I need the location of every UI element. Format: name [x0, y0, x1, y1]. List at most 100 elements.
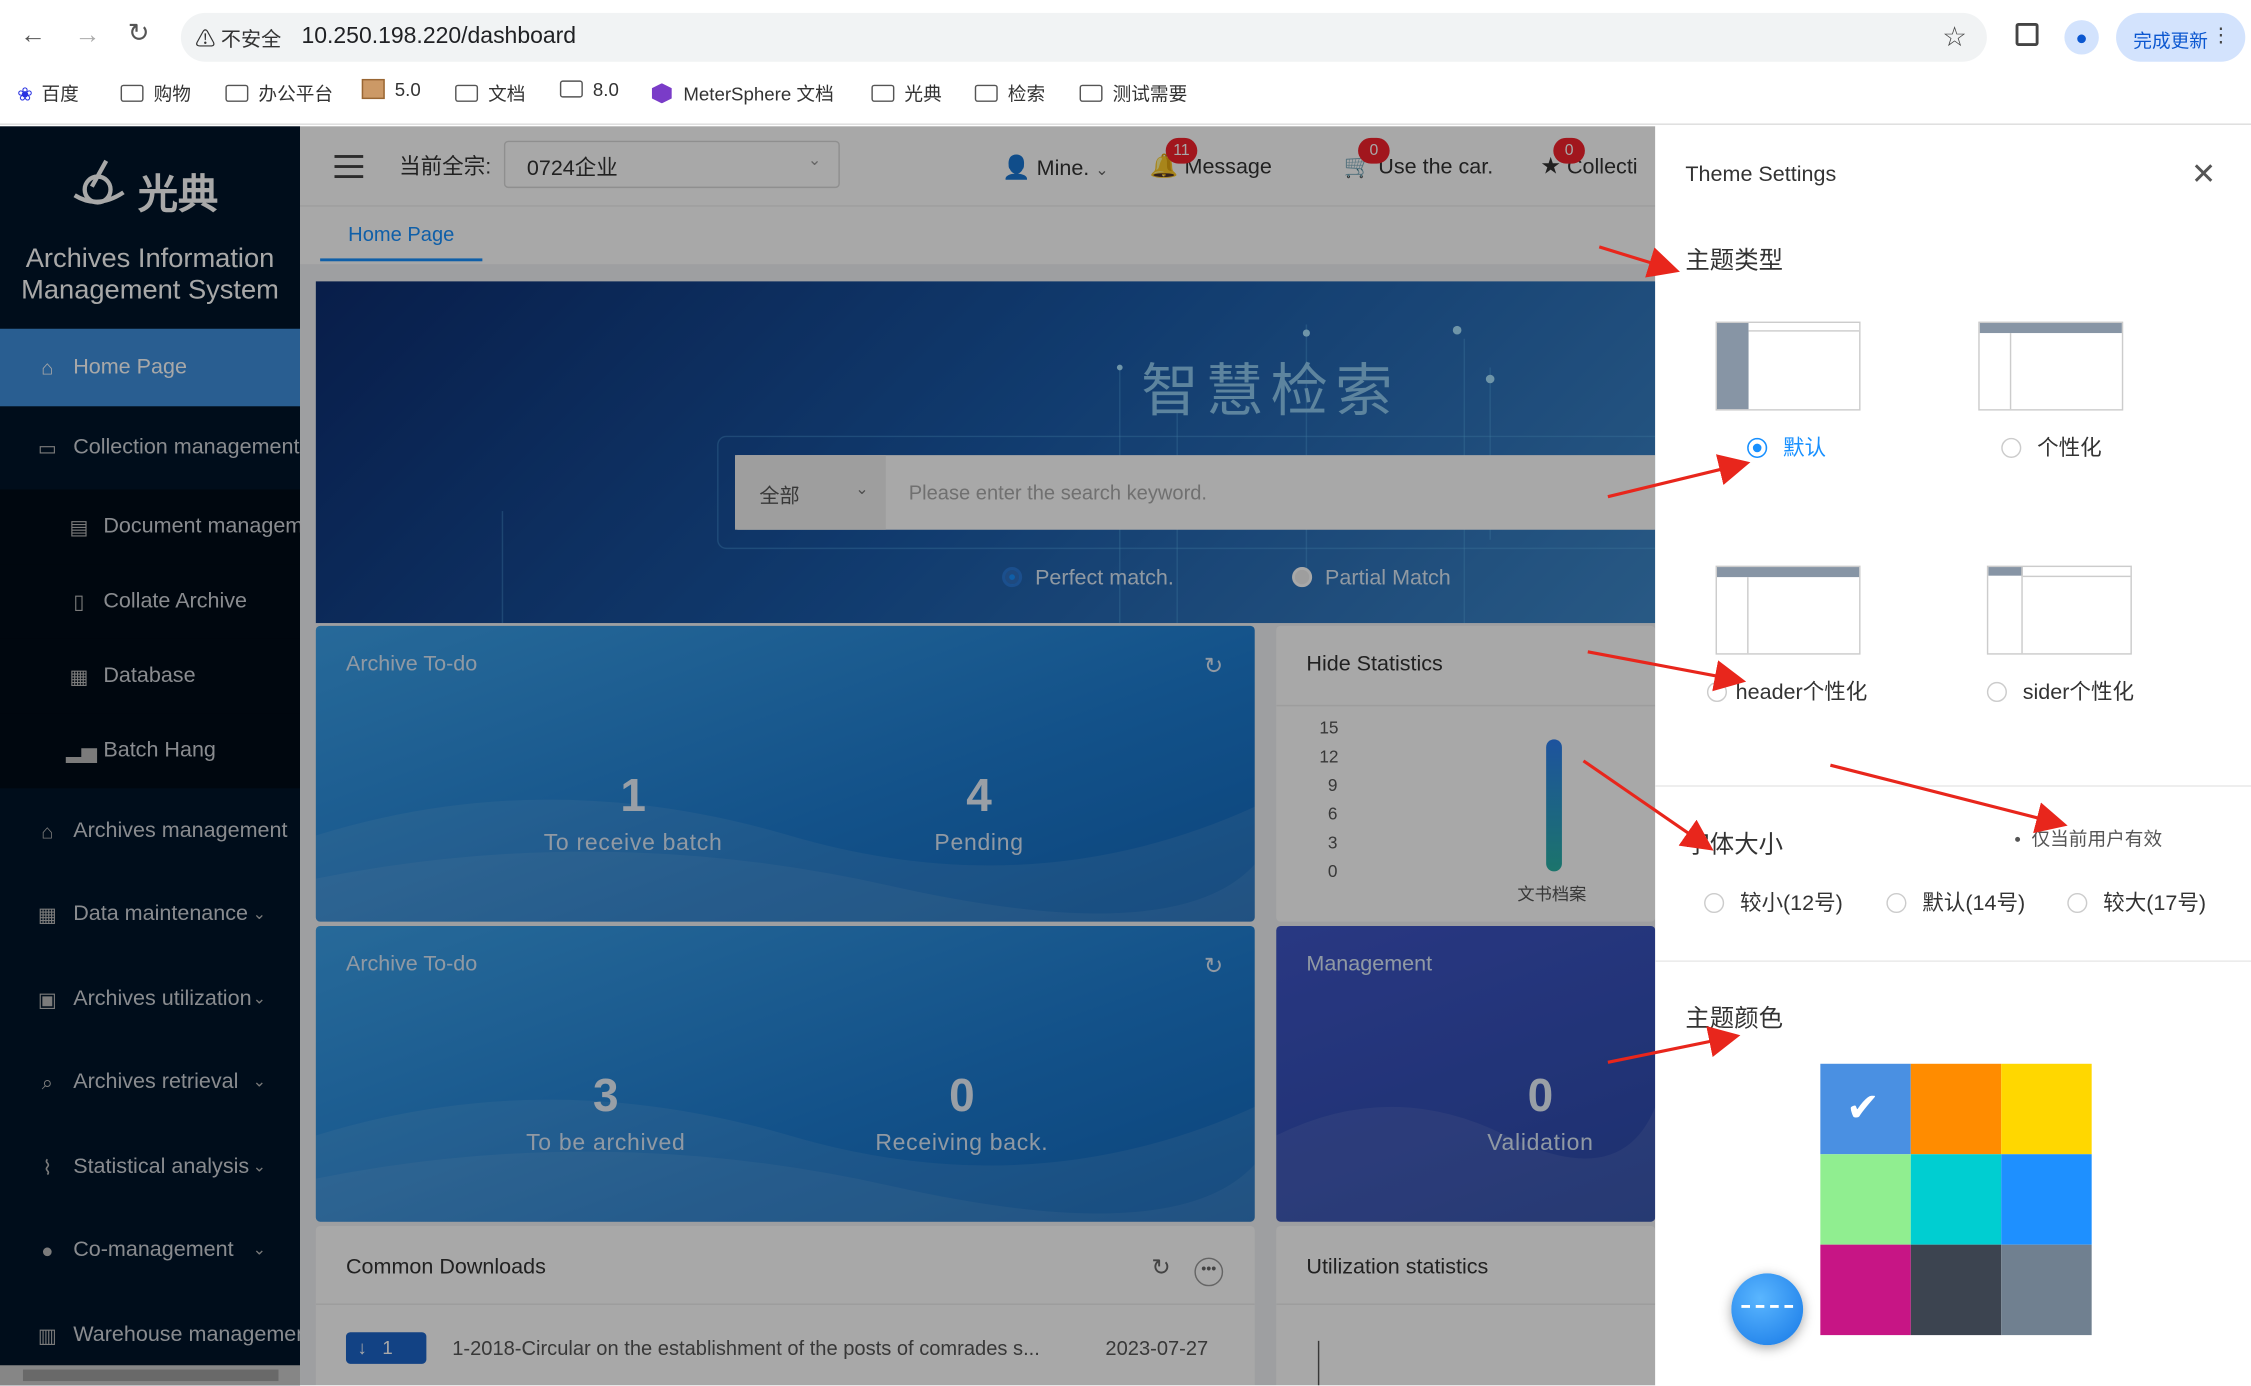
thumb-sider: [1980, 333, 2012, 410]
layout-option-sider[interactable]: sider个性化: [1986, 676, 2134, 706]
bookmark-label: 办公平台: [258, 83, 334, 105]
option-label: 较大(17号): [2103, 891, 2207, 916]
bookmark-folder[interactable]: 光典: [871, 79, 942, 106]
theme-color-swatch[interactable]: [1820, 1244, 1911, 1336]
security-warning[interactable]: ⚠ 不安全: [195, 24, 281, 53]
bookmark-label: 测试需要: [1112, 83, 1188, 105]
folder-icon: [225, 84, 249, 102]
font-size-default[interactable]: 默认(14号): [1886, 887, 2025, 917]
bookmark-label: 检索: [1007, 83, 1046, 105]
option-label: 默认: [1783, 436, 1827, 461]
radio-dot: [1986, 681, 2007, 703]
bookmark-folder[interactable]: 文档: [455, 79, 525, 106]
bookmark-label: 文档: [488, 83, 526, 105]
update-button[interactable]: 完成更新 ⋮: [2116, 12, 2246, 62]
bookmark-item[interactable]: MeterSphere 文档: [651, 79, 834, 106]
radio-dot: [1886, 892, 1907, 914]
bookmark-label: 购物: [153, 83, 191, 105]
theme-settings-drawer: Theme Settings ✕ 主题类型 默认 个性化 header个性化 s…: [1655, 126, 2251, 1386]
layout-option-default[interactable]: 默认: [1747, 432, 1826, 462]
bookmark-label: 百度: [41, 83, 79, 105]
warning-icon: ⚠: [195, 27, 216, 51]
radio-dot: [1747, 437, 1768, 458]
browser-chrome: ← → ↻ ⚠ 不安全 10.250.198.220/dashboard ☆ ●…: [0, 0, 2251, 125]
divider: [1655, 785, 2251, 787]
theme-color-swatch[interactable]: [1820, 1154, 1911, 1245]
app-root: ← → ↻ ⚠ 不安全 10.250.198.220/dashboard ☆ ●…: [0, 0, 2251, 1386]
security-label: 不安全: [220, 27, 282, 51]
back-icon[interactable]: ←: [20, 20, 46, 50]
theme-color-swatch[interactable]: [2001, 1063, 2092, 1155]
option-label: 个性化: [2037, 436, 2102, 461]
folder-icon: [871, 84, 895, 102]
radio-dot: [1704, 892, 1725, 914]
theme-color-swatch[interactable]: [1910, 1244, 2002, 1336]
theme-color-title: 主题颜色: [1685, 1004, 1784, 1033]
reload-icon[interactable]: ↻: [128, 19, 150, 49]
bookmark-label: 5.0: [394, 78, 421, 101]
drawer-title: Theme Settings: [1685, 162, 1837, 187]
theme-color-swatch[interactable]: [2001, 1154, 2092, 1245]
font-note: ● 仅当前用户有效: [2014, 824, 2162, 851]
metersphere-icon: [651, 83, 672, 104]
close-icon[interactable]: ✕: [2186, 156, 2220, 192]
bookmark-baidu[interactable]: ❀ 百度: [17, 79, 79, 106]
theme-color-swatch[interactable]: [2001, 1244, 2092, 1336]
forward-icon[interactable]: →: [75, 20, 101, 50]
folder-icon: [1079, 84, 1103, 102]
baidu-paw-icon: ❀: [17, 83, 33, 105]
folder-icon: [120, 84, 144, 102]
bookmark-folder[interactable]: 购物: [120, 79, 191, 106]
bookmark-folder[interactable]: 办公平台: [225, 79, 333, 106]
layout-thumb-header[interactable]: [1715, 565, 1861, 655]
thumb-sider: [1716, 323, 1749, 410]
theme-color-swatch[interactable]: [1910, 1154, 2002, 1245]
layout-option-header[interactable]: header个性化: [1706, 676, 1868, 706]
option-label: 较小(12号): [1739, 891, 1843, 916]
bookmark-folder[interactable]: 测试需要: [1079, 79, 1188, 106]
folder-icon: [455, 84, 479, 102]
font-size-title: 字体大小: [1685, 831, 1784, 859]
thumb-sider: [1717, 577, 1749, 654]
thumb-sider: [1988, 567, 2023, 654]
radio-dot: [2067, 892, 2088, 914]
thumb-header: [1748, 323, 1860, 332]
layout-thumb-default[interactable]: [1715, 321, 1861, 411]
address-bar[interactable]: ⚠ 不安全 10.250.198.220/dashboard ☆: [180, 12, 1987, 62]
font-size-small[interactable]: 较小(12号): [1704, 887, 1843, 917]
layout-thumb-sider[interactable]: [1986, 565, 2132, 655]
bookmark-star-icon[interactable]: ☆: [1942, 22, 1966, 55]
font-note-text: 仅当前用户有效: [2031, 828, 2163, 850]
folder-icon: [559, 80, 583, 98]
update-button-label: 完成更新: [2133, 30, 2208, 52]
theme-color-grid: ✔: [1820, 1063, 2092, 1336]
profile-icon[interactable]: ●: [2064, 20, 2099, 55]
bookmark-label: 8.0: [592, 78, 619, 101]
bookmark-folder[interactable]: 检索: [974, 79, 1046, 106]
option-label: header个性化: [1735, 680, 1868, 705]
bookmark-item[interactable]: 5.0: [361, 78, 421, 101]
theme-type-title: 主题类型: [1685, 246, 1784, 275]
checkmark-icon: ✔: [1846, 1085, 1880, 1130]
font-size-large[interactable]: 较大(17号): [2067, 887, 2206, 917]
option-label: 默认(14号): [1922, 891, 2026, 916]
divider: [1655, 960, 2251, 962]
more-vert-icon[interactable]: ⋮: [2211, 23, 2231, 47]
folder-icon: [974, 84, 998, 102]
radio-dot: [1706, 681, 1728, 703]
radio-dot: [2001, 437, 2022, 458]
bullet-icon: ●: [2014, 832, 2022, 846]
dash-icon: [1741, 1304, 1794, 1308]
theme-color-swatch[interactable]: [1910, 1063, 2002, 1155]
layout-thumb-personalized[interactable]: [1978, 321, 2124, 411]
modal-overlay[interactable]: [0, 126, 1656, 1386]
image-icon: [361, 78, 385, 100]
thumb-header: [1716, 567, 1860, 578]
theme-color-swatch[interactable]: ✔: [1820, 1063, 1911, 1155]
layout-option-personalized[interactable]: 个性化: [2001, 432, 2102, 462]
bookmark-folder[interactable]: 8.0: [559, 78, 619, 101]
side-panel-icon[interactable]: [2015, 22, 2039, 46]
bookmark-label: 光典: [904, 83, 942, 105]
floating-tool-button[interactable]: [1731, 1273, 1804, 1346]
thumb-header: [2022, 567, 2131, 578]
